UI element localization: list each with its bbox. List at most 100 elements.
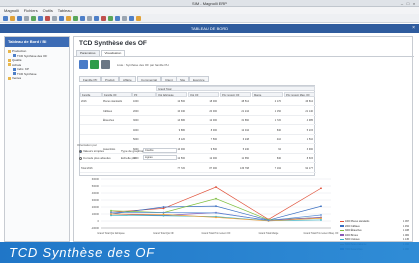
pivot-row-label: Pièces standards [103,100,123,103]
pivot-col-header[interactable]: Prix revient OF [220,92,251,97]
toolbar-button-icon[interactable] [66,16,71,21]
filter-exercice[interactable]: Exercice [189,76,209,82]
pivot-row-header-3[interactable]: PF [132,92,156,97]
sidebar-item-label: Qualité [12,58,22,62]
pivot-cell: 12 500 [177,100,185,103]
filter-produit[interactable]: Produit [101,76,119,82]
pivot-col-header[interactable]: Qté fabriquée [156,92,187,97]
toolbar-button-icon[interactable] [115,16,120,21]
row-divider [80,105,316,106]
pivot-cell: 10 040 [177,109,185,113]
menu-outils[interactable]: Outils [43,7,53,14]
menu-magnolli[interactable]: Magnolli [4,7,19,14]
legend-swatch [340,225,344,227]
toolbar-button-icon[interactable] [129,16,134,21]
toolbar-button-icon[interactable] [101,16,106,21]
pivot-row-label: 2016 [81,100,87,103]
toolbar-button-icon[interactable] [31,16,36,21]
sidebar-item[interactable]: Ventes [7,76,67,81]
tab-tableau-de-bord[interactable]: TABLEAU DE BORD × [0,24,419,33]
folder-icon [8,63,11,67]
toolbar-button-icon[interactable] [80,16,85,21]
legend-swatch [340,229,344,232]
filter-commercial[interactable]: Commercial [137,76,162,82]
folder-icon [8,58,11,62]
toolbar-button-icon[interactable] [108,16,113,21]
table-icon [13,72,16,76]
menu-bar: Magnolli Fichiers Outils Tableau [0,7,419,14]
pivot-cell: 21 244 [241,109,249,113]
menu-fichiers[interactable]: Fichiers [24,7,38,14]
refresh-icon[interactable] [79,60,88,69]
radio-cumuls[interactable]: Cumuls plus absolus [79,156,111,160]
scale-select[interactable]: Lignes [143,155,177,160]
radio-label: Valeurs simples [83,149,104,153]
y-tick-label: 10000 [92,212,100,216]
close-window-icon[interactable]: × [411,1,417,6]
toolbar-button-icon[interactable] [17,16,22,21]
y-tick-label: 30000 [92,198,100,202]
pivot-row-header-1[interactable]: Famille [80,92,102,97]
toolbar-button-icon[interactable] [94,16,99,21]
toolbar-button-icon[interactable] [73,16,78,21]
filter-client[interactable]: Client [161,76,177,82]
tab-close-icon[interactable]: × [412,25,415,31]
pivot-row-label: 3000 [133,119,139,122]
pivot-cell: 48 512 [241,100,249,103]
pivot-cell: 5 215 [306,128,313,132]
pivot-cell: 8 615 [306,157,313,160]
main-panel: TCD Synthèse des OF Paramètres Visualisat… [73,36,414,251]
toolbar-button-icon[interactable] [38,16,43,21]
view-description: Liste : Synthèse des OF par famille PH [117,63,169,67]
menu-tableau[interactable]: Tableau [58,7,72,14]
toolbar-button-icon[interactable] [87,16,92,21]
pivot-cell: 87 000 [209,166,217,170]
filter-site[interactable]: Site [176,76,190,82]
chart-options: Orientation par Valeurs simples Cumuls p… [77,143,177,165]
pivot-cell: 1 720 [274,119,281,122]
pivot-col-header[interactable]: Marge [252,92,283,97]
toolbar-button-icon[interactable] [122,16,127,21]
toolbar-button-icon[interactable] [45,16,50,21]
toolbar-button-icon[interactable] [136,16,141,21]
page-title: TCD Synthèse des OF [79,40,147,47]
legend-label: 3000 Ébauches [345,229,362,233]
sidebar-item-label: TCD Synthèse des OF [17,53,48,58]
toolbar [0,14,419,23]
x-tick-label: Grand Total Prix revient Maq. OF [304,232,339,235]
tab-label: TABLEAU DE BORD [190,26,229,31]
pivot-cell: 7 500 [210,138,217,141]
data-point [162,213,165,216]
y-tick-label: 40000 [92,191,100,195]
pivot-row-label: Ébauches [103,119,115,122]
table-icon [13,54,16,58]
toolbar-button-icon[interactable] [24,16,29,21]
toolbar-button-icon[interactable] [3,16,8,21]
pivot-row-header-2[interactable]: Famille OF [102,92,132,97]
pivot-cell: 46 812 [305,100,313,103]
excel-export-icon[interactable] [90,60,99,69]
sidebar-item-label: Achats [12,62,22,67]
y-tick-label: 60000 [92,177,100,181]
chart-type-select[interactable]: Courbe [143,148,177,153]
filter-affaire[interactable]: Affaire [119,76,136,82]
toolbar-button-icon[interactable] [59,16,64,21]
y-tick-label: 0 [98,219,100,223]
pivot-cell: 4 985 [306,119,313,122]
options-title: Orientation par [77,143,97,147]
radio-valeurs-simples[interactable]: Valeurs simples [79,149,104,153]
sidebar-item-label: Indic. KP [17,67,30,71]
pivot-cell: 5 240 [242,147,249,151]
toolbar-button-icon[interactable] [10,16,15,21]
pivot-cell: 9 880 [178,128,185,132]
divider [74,56,414,57]
pivot-col-header[interactable]: Qté OF [188,92,219,97]
pivot-row-label [103,137,132,142]
pivot-col-header[interactable]: Prix revient Maq. OF [284,92,315,97]
pivot-cell: 12 044 [241,128,249,132]
filter-famille-pf[interactable]: Famille PF [79,76,102,82]
row-divider [80,114,316,116]
y-tick-label: -10000 [91,226,100,230]
toolbar-button-icon[interactable] [52,16,57,21]
chart-icon[interactable] [101,60,110,69]
